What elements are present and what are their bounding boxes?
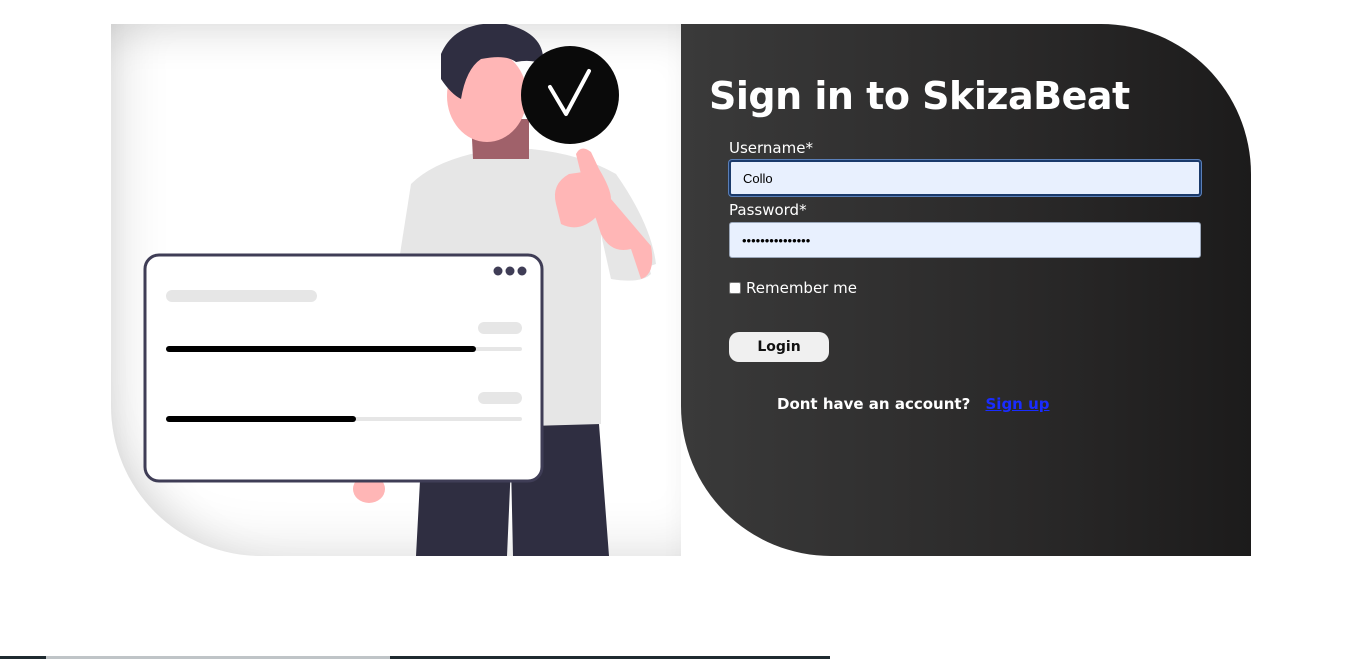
- login-button[interactable]: Login: [729, 332, 829, 362]
- remember-me-row: Remember me: [729, 279, 857, 297]
- checkmark-circle: [521, 46, 619, 144]
- username-field[interactable]: [729, 160, 1201, 196]
- more-dots-icon: [493, 266, 503, 276]
- password-label: Password*: [729, 201, 807, 219]
- login-card: Sign in to SkizaBeat Username* Password*…: [111, 24, 1251, 556]
- page-title: Sign in to SkizaBeat: [709, 74, 1130, 118]
- signup-row: Dont have an account? Sign up: [777, 395, 1050, 413]
- signup-link[interactable]: Sign up: [986, 395, 1050, 413]
- password-field[interactable]: [729, 222, 1201, 258]
- remember-me-label: Remember me: [746, 279, 857, 297]
- username-label: Username*: [729, 139, 813, 157]
- progress-card: [143, 253, 544, 483]
- remember-me-checkbox[interactable]: [729, 282, 741, 294]
- illustration-panel: [111, 24, 681, 556]
- person-thumbs-up-illustration: [143, 24, 656, 556]
- signup-prompt: Dont have an account?: [777, 395, 971, 413]
- login-panel: Sign in to SkizaBeat Username* Password*…: [681, 24, 1251, 556]
